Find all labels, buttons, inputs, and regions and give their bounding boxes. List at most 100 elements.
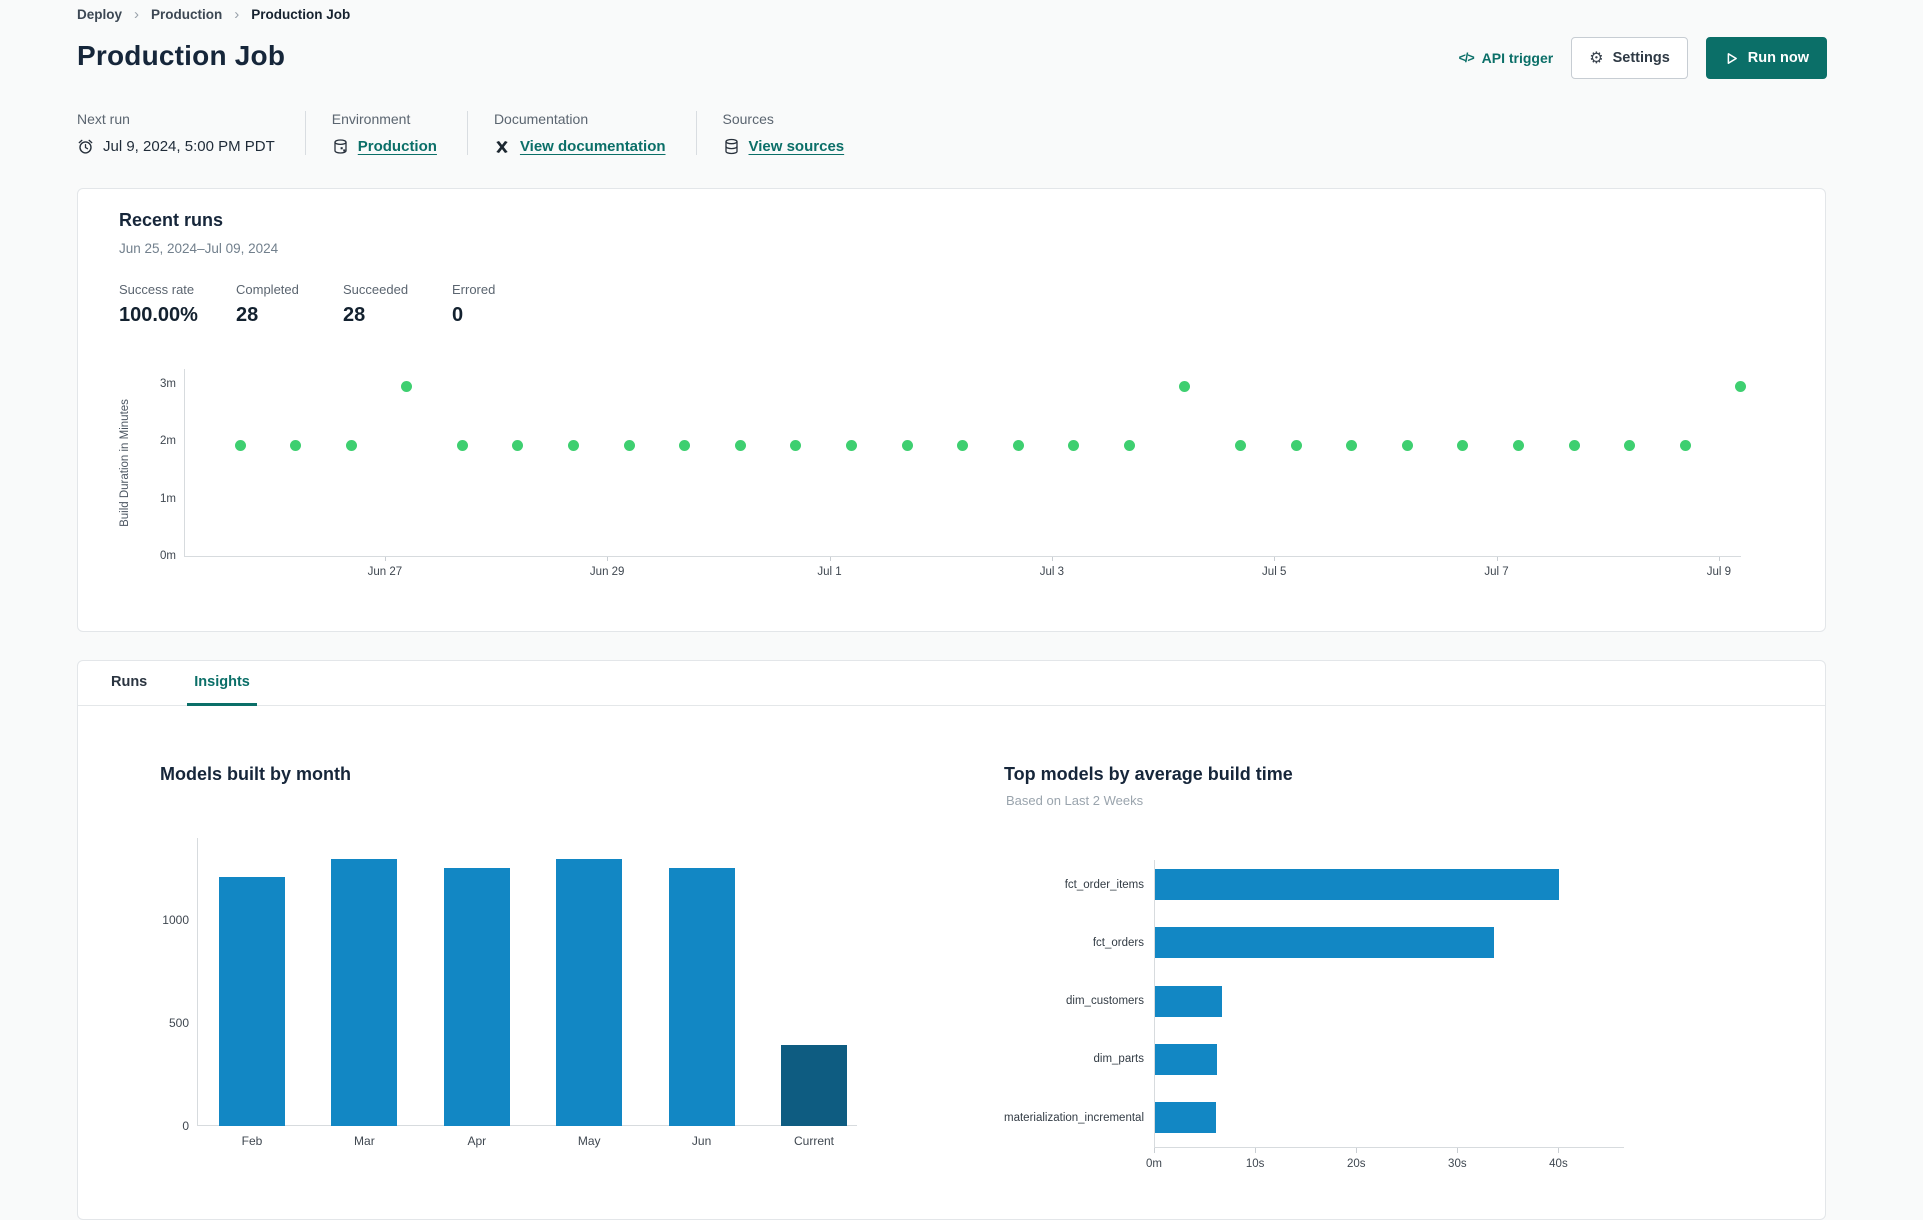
meta-documentation: Documentation View documentation: [466, 111, 696, 155]
run-dot[interactable]: [1012, 439, 1024, 451]
chevron-right-icon: ›: [134, 6, 140, 23]
hbar-x-tick-label: 30s: [1448, 1158, 1467, 1170]
next-run-label: Next run: [77, 111, 130, 127]
scatter-y-tick-label: 1m: [160, 492, 176, 505]
run-dot[interactable]: [1457, 439, 1469, 451]
run-dot[interactable]: [679, 439, 691, 451]
run-dot[interactable]: [401, 381, 413, 393]
run-dot[interactable]: [1513, 439, 1524, 451]
scatter-x-tick-label: Jun 29: [589, 566, 625, 578]
scatter-x-tick-label: Jul 3: [1039, 566, 1064, 578]
model-build-time-bar: [1155, 927, 1494, 959]
meta-environment: Environment Production: [304, 111, 467, 155]
x-axis-line: [1154, 1147, 1624, 1148]
month-bar: [443, 867, 510, 1126]
tab-runs[interactable]: Runs: [104, 661, 154, 706]
run-dot[interactable]: [512, 439, 524, 451]
stat-succeeded: Succeeded 28: [343, 282, 409, 326]
hbar-x-tick-mark: [1154, 1148, 1155, 1153]
scatter-x-tick-mark: [1496, 557, 1498, 561]
api-trigger-label: API trigger: [1481, 50, 1554, 66]
model-build-time-bar: [1155, 985, 1222, 1017]
scatter-x-tick-mark: [829, 557, 831, 561]
run-dot[interactable]: [1068, 439, 1080, 451]
months-y-tick-label: 500: [168, 1016, 189, 1031]
run-dot[interactable]: [1679, 439, 1691, 451]
run-dot[interactable]: [1735, 381, 1747, 393]
view-sources-link[interactable]: View sources: [749, 138, 845, 155]
run-dot[interactable]: [734, 439, 746, 451]
month-bar: [219, 877, 285, 1126]
hbar-x-tick-mark: [1558, 1148, 1560, 1153]
run-dot[interactable]: [290, 439, 302, 451]
scatter-y-tick-label: 3m: [160, 378, 176, 391]
hbar-x-tick-label: 20s: [1346, 1158, 1366, 1170]
code-brackets-icon: </>: [1458, 51, 1475, 65]
insights-card: Runs Insights Models built by month 0 500…: [77, 660, 1826, 1220]
scatter-x-tick-label: Jul 9: [1706, 566, 1732, 578]
run-dot[interactable]: [1290, 439, 1302, 451]
run-dot[interactable]: [901, 439, 913, 451]
tab-insights[interactable]: Insights: [187, 661, 257, 706]
hbar-x-tick-label: 10s: [1245, 1158, 1265, 1170]
documentation-label: Documentation: [493, 111, 589, 127]
models-built-chart: 0 500 1000 Feb Mar Apr May Jun Current: [162, 838, 857, 1148]
production-job-page: { "breadcrumb": { "items": ["Deploy", "P…: [0, 0, 1923, 1220]
settings-label: Settings: [1612, 50, 1670, 66]
month-bar: [781, 1044, 847, 1126]
scatter-x-tick-mark: [1274, 557, 1276, 561]
month-bar: [331, 858, 398, 1126]
run-dot[interactable]: [456, 439, 468, 451]
meta-sources: Sources View sources: [695, 111, 875, 155]
run-dot[interactable]: [623, 439, 635, 451]
meta-next-run: Next run Jul 9, 2024, 5:00 PM PDT: [77, 111, 305, 155]
models-built-chart-title: Models built by month: [160, 764, 351, 784]
run-dot[interactable]: [1346, 439, 1358, 451]
run-dot[interactable]: [1624, 439, 1636, 451]
run-dot[interactable]: [345, 439, 357, 451]
run-dot[interactable]: [1235, 439, 1247, 451]
breadcrumb: Deploy › Production › Production Job: [77, 6, 350, 23]
api-trigger-link[interactable]: </> API trigger: [1459, 50, 1554, 66]
breadcrumb-item-production[interactable]: Production: [151, 7, 222, 22]
hbar-x-tick-mark: [1356, 1148, 1358, 1153]
scatter-x-tick-label: Jul 7: [1484, 566, 1509, 578]
months-x-category-label: Mar: [354, 1134, 375, 1148]
view-documentation-link[interactable]: View documentation: [520, 138, 666, 155]
run-now-label: Run now: [1747, 50, 1809, 66]
run-dot[interactable]: [568, 439, 580, 451]
run-now-button[interactable]: Run now: [1705, 37, 1827, 79]
scatter-x-tick-label: Jun 27: [367, 566, 403, 578]
breadcrumb-item-deploy[interactable]: Deploy: [77, 7, 122, 22]
run-dot[interactable]: [234, 439, 246, 451]
x-axis-line: [197, 1125, 857, 1126]
month-bar: [668, 867, 735, 1126]
page-title: Production Job: [77, 40, 286, 71]
scatter-y-tick-label: 2m: [160, 435, 176, 448]
hbar-x-tick-label: 0m: [1146, 1158, 1162, 1170]
environment-link[interactable]: Production: [358, 138, 437, 155]
scatter-x-tick-label: Jul 5: [1262, 566, 1287, 578]
run-dot[interactable]: [1179, 381, 1191, 393]
recent-runs-date-range: Jun 25, 2024–Jul 09, 2024: [119, 241, 279, 256]
recent-runs-title: Recent runs: [119, 210, 224, 230]
tab-row: Runs Insights: [78, 661, 1825, 706]
months-y-tick-label: 0: [182, 1119, 189, 1133]
recent-runs-card: Recent runs Jun 25, 2024–Jul 09, 2024 Su…: [77, 188, 1826, 632]
run-dot[interactable]: [1568, 439, 1580, 451]
database-icon: [723, 138, 740, 155]
run-dot[interactable]: [845, 439, 857, 451]
run-dot[interactable]: [1401, 439, 1413, 451]
run-dot[interactable]: [957, 439, 969, 451]
x-axis-line: [184, 556, 1741, 557]
y-axis-line: [184, 369, 185, 557]
stat-success-rate: Success rate 100.00%: [119, 282, 198, 326]
top-models-chart-title: Top models by average build time: [1004, 764, 1293, 784]
run-dot[interactable]: [1123, 439, 1135, 451]
hbar-x-tick-label: 40s: [1549, 1158, 1568, 1170]
settings-button[interactable]: ⚙ Settings: [1571, 37, 1688, 79]
run-dot[interactable]: [790, 439, 802, 451]
top-models-chart: fct_order_items fct_orders dim_customers di…: [1004, 856, 1624, 1170]
play-icon: [1727, 52, 1737, 64]
build-duration-chart: 0m 1m 2m 3m Jun 27 Jun 29 Jul 1 Jul 3 Jul 5 Jul 7…: [160, 369, 1747, 578]
